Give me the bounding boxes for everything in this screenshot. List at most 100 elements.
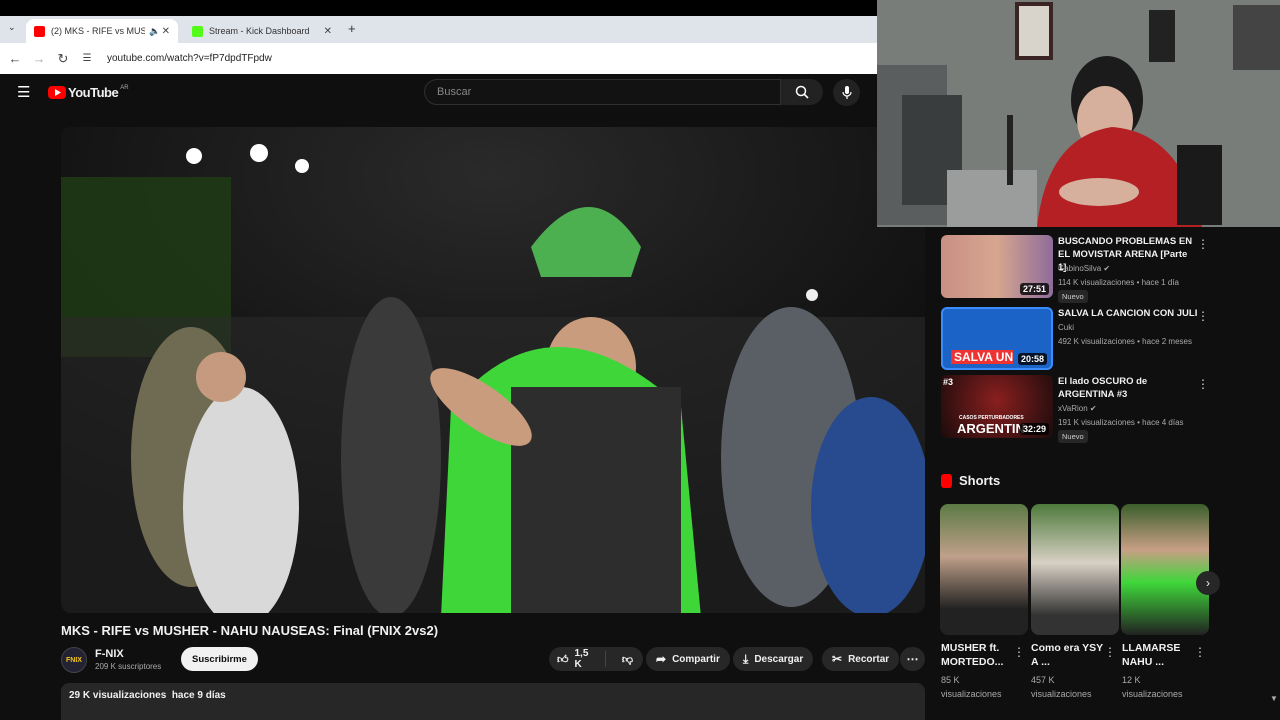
reload-icon[interactable]: ↻ (51, 51, 75, 67)
address-bar: ← → ↻ ☰ youtube.com/watch?v=fP7dpdTFpdw (0, 43, 877, 74)
shorts-next-button[interactable]: › (1196, 571, 1220, 595)
youtube-logo[interactable]: YouTube AR (48, 85, 129, 100)
close-tab-icon[interactable]: ✕ (162, 26, 170, 37)
voice-search-button[interactable] (833, 79, 860, 106)
video-meta: 191 K visualizaciones • hace 4 días (1058, 418, 1184, 427)
tab-youtube[interactable]: (2) MKS - RIFE vs MUSHER 🔈 ✕ (26, 19, 178, 43)
recommendation-item[interactable]: SALVA UNA CANC 20:58 SALVA LA CANCION CO… (941, 307, 1211, 371)
share-icon: ➦ (656, 652, 667, 666)
forward-icon[interactable]: → (27, 51, 51, 66)
dislike-button[interactable]: 👎︎ (612, 653, 643, 666)
more-options-icon[interactable]: ⋮ (1194, 645, 1206, 659)
tab-youtube-label: (2) MKS - RIFE vs MUSHER (51, 26, 145, 36)
short-views: 457 K visualizaciones (1031, 675, 1092, 699)
clip-label: Recortar (848, 653, 890, 665)
subscriber-count: 209 K suscriptores (95, 662, 162, 671)
video-thumbnail[interactable]: #3 CASOS PERTURBADORES ARGENTIN 32:29 (941, 375, 1053, 438)
search-input[interactable]: Buscar (424, 79, 781, 105)
logo-text: YouTube (68, 85, 119, 100)
more-options-icon[interactable]: ⋮ (1197, 377, 1209, 391)
site-info-icon[interactable]: ☰ (75, 53, 99, 64)
channel-name: Cuki (1058, 323, 1075, 332)
short-title: LLAMARSE NAHU ... (1122, 642, 1181, 668)
speaker-icon[interactable]: 🔈 (149, 26, 160, 37)
verified-icon: ✔ (1089, 404, 1097, 413)
tab-kick[interactable]: Stream - Kick Dashboard ✕ (184, 19, 340, 43)
os-top-bar (0, 0, 877, 16)
shorts-heading: Shorts (959, 473, 1001, 488)
channel-name-text: xVaRion (1058, 404, 1088, 413)
download-button[interactable]: ⤓ Descargar (733, 647, 814, 671)
channel-name: xVaRion ✔ (1058, 404, 1097, 413)
like-dislike-group: 👍︎ 1,5 K 👎︎ (549, 647, 643, 671)
new-badge: Nuevo (1058, 430, 1088, 443)
short-title: Como era YSY A ... (1031, 642, 1103, 668)
short-thumbnail[interactable] (1121, 504, 1209, 635)
download-label: Descargar (754, 653, 804, 665)
search-icon (795, 85, 809, 99)
channel-name-text: GabinoSilva (1058, 264, 1102, 273)
video-meta: 114 K visualizaciones • hace 1 día (1058, 278, 1179, 287)
recommendation-item[interactable]: #3 CASOS PERTURBADORES ARGENTIN 32:29 El… (941, 375, 1211, 443)
share-button[interactable]: ➦ Compartir (646, 647, 730, 671)
youtube-header: ☰ YouTube AR Buscar (0, 74, 877, 112)
close-tab-icon[interactable]: ✕ (324, 26, 332, 37)
video-player[interactable] (61, 127, 925, 613)
shorts-header: Shorts (941, 473, 1000, 488)
video-title: El lado OSCURO de ARGENTINA #3 (1058, 376, 1148, 400)
channel-logo-icon: FNIX (66, 656, 82, 664)
like-button[interactable]: 👍︎ 1,5 K (549, 648, 606, 670)
video-title: SALVA LA CANCION CON JULI (1058, 308, 1198, 319)
tab-kick-label: Stream - Kick Dashboard (209, 26, 310, 36)
video-thumbnail[interactable]: SALVA UNA CANC 20:58 (941, 307, 1053, 370)
chevron-right-icon: › (1206, 576, 1210, 590)
tab-list-chevron-icon[interactable]: ⌄ (8, 22, 16, 33)
more-options-icon[interactable]: ⋮ (1197, 237, 1209, 251)
thumbs-down-icon: 👎︎ (621, 653, 633, 666)
youtube-play-icon (48, 86, 66, 99)
back-icon[interactable]: ← (3, 51, 27, 66)
country-code: AR (120, 84, 129, 91)
channel-name[interactable]: F-NIX (95, 648, 124, 660)
webcam-overlay (877, 0, 1280, 227)
short-views: 12 K visualizaciones (1122, 675, 1183, 699)
short-thumbnail[interactable] (940, 504, 1028, 635)
subscribe-button[interactable]: Suscribirme (181, 647, 258, 671)
short-title: MUSHER ft. MORTEDO... (941, 642, 1004, 668)
scroll-down-arrow-icon[interactable]: ▼ (1270, 694, 1278, 703)
microphone-icon (841, 85, 852, 99)
webcam-frame (877, 0, 1280, 227)
search-button[interactable] (781, 79, 823, 105)
url-field[interactable]: youtube.com/watch?v=fP7dpdTFpdw (107, 53, 272, 64)
scissors-icon: ✂ (832, 652, 843, 666)
new-tab-button[interactable]: + (348, 21, 356, 36)
video-meta: 492 K visualizaciones • hace 2 meses (1058, 337, 1192, 346)
thumbnail-tag: #3 (943, 377, 954, 387)
video-duration: 32:29 (1019, 423, 1049, 435)
like-count: 1,5 K (574, 648, 589, 670)
video-title: MKS - RIFE vs MUSHER - NAHU NAUSEAS: Fin… (61, 623, 439, 638)
video-duration: 27:51 (1019, 283, 1049, 295)
recommendation-item[interactable]: 27:51 BUSCANDO PROBLEMAS EN EL MOVISTAR … (941, 235, 1211, 303)
youtube-favicon-icon (34, 25, 45, 37)
new-badge: Nuevo (1058, 290, 1088, 303)
menu-icon[interactable]: ☰ (17, 83, 30, 101)
more-options-icon[interactable]: ⋮ (1013, 645, 1025, 659)
video-duration: 20:58 (1017, 353, 1047, 365)
verified-icon: ✔ (1103, 264, 1111, 273)
description-box[interactable]: 29 K visualizaciones hace 9 días (61, 683, 925, 720)
more-dots-icon: ⋯ (906, 652, 919, 666)
channel-avatar[interactable]: FNIX (61, 647, 87, 673)
download-icon: ⤓ (743, 651, 749, 666)
clip-button[interactable]: ✂ Recortar (822, 647, 900, 671)
video-frame (61, 127, 925, 613)
short-views: 85 K visualizaciones (941, 675, 1002, 699)
short-thumbnail[interactable] (1031, 504, 1119, 635)
more-options-icon[interactable]: ⋮ (1197, 309, 1209, 323)
more-options-icon[interactable]: ⋮ (1104, 645, 1116, 659)
video-thumbnail[interactable]: 27:51 (941, 235, 1053, 298)
share-label: Compartir (672, 653, 720, 665)
views-and-date: 29 K visualizaciones hace 9 días (69, 690, 226, 701)
thumbnail-text: SALVA UNA CANC (951, 350, 1013, 364)
more-actions-button[interactable]: ⋯ (900, 647, 925, 671)
